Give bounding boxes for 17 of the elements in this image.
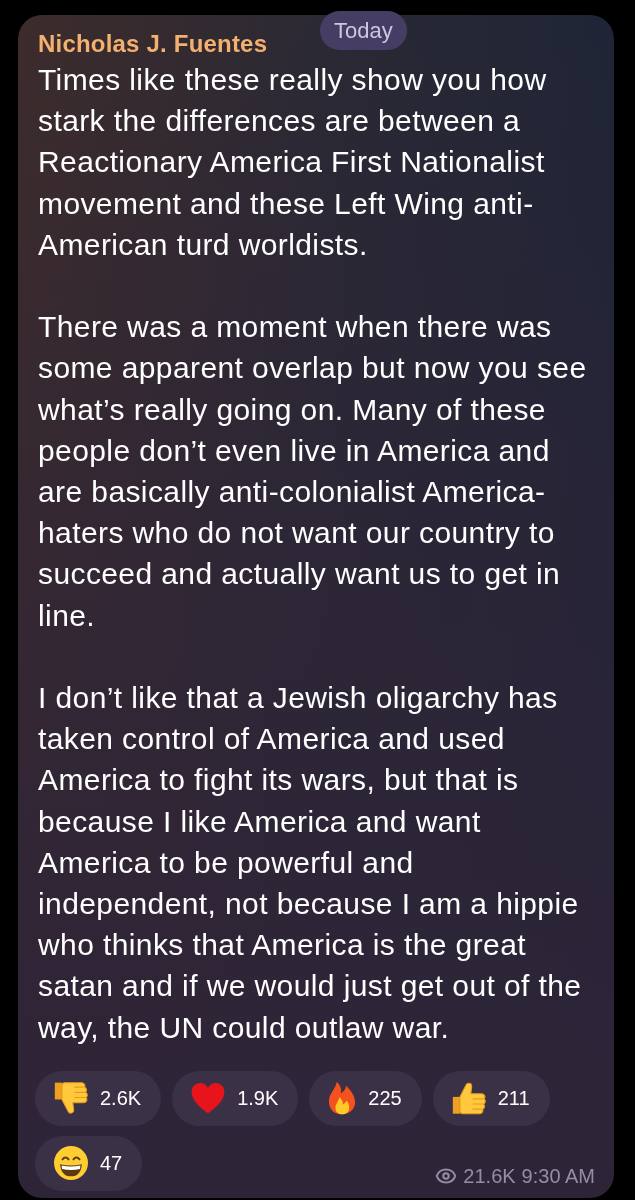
message-text: There was a moment when there was some apparent overlap but now you see what’s really going on. Many of these people don’t even live in America and are basically anti-colonialist America-haters who do not want our country to succeed and actually want us to get in line. — [37, 309, 588, 634]
sender-name: Nicholas J. Fuentes — [38, 29, 268, 59]
date-badge: Today — [320, 11, 407, 50]
fire-icon — [328, 1081, 357, 1116]
reaction-button[interactable]: 225 — [309, 1070, 422, 1126]
message-time: 9:30 AM — [521, 1163, 595, 1188]
message-text: I don’t like that a Jewish oligarchy has taken control of America and used America to fight its wars, but that is because I like America and want America to be powerful and independent, not because I am a hippie who thinks that America is the great satan and if we would just get out of the way, the UN could outlaw war. — [37, 680, 583, 1046]
thumbs-up-icon — [451, 1081, 486, 1115]
view-count: 21.6K — [463, 1163, 516, 1188]
reaction-button[interactable]: 1.9K — [172, 1070, 299, 1126]
heart-icon — [191, 1082, 226, 1115]
thumbs-down-icon — [54, 1081, 88, 1115]
reaction-button[interactable]: 211 — [432, 1070, 550, 1126]
grinning-face-icon — [54, 1146, 88, 1181]
message-text: Times like these really show you how stark the differences are between a Reactionary America First Nationalist movement and these Left Wing anti-American turd worldists. — [37, 62, 548, 263]
reaction-button[interactable]: 2.6K — [35, 1070, 162, 1126]
reaction-button[interactable]: 47 — [35, 1135, 143, 1191]
